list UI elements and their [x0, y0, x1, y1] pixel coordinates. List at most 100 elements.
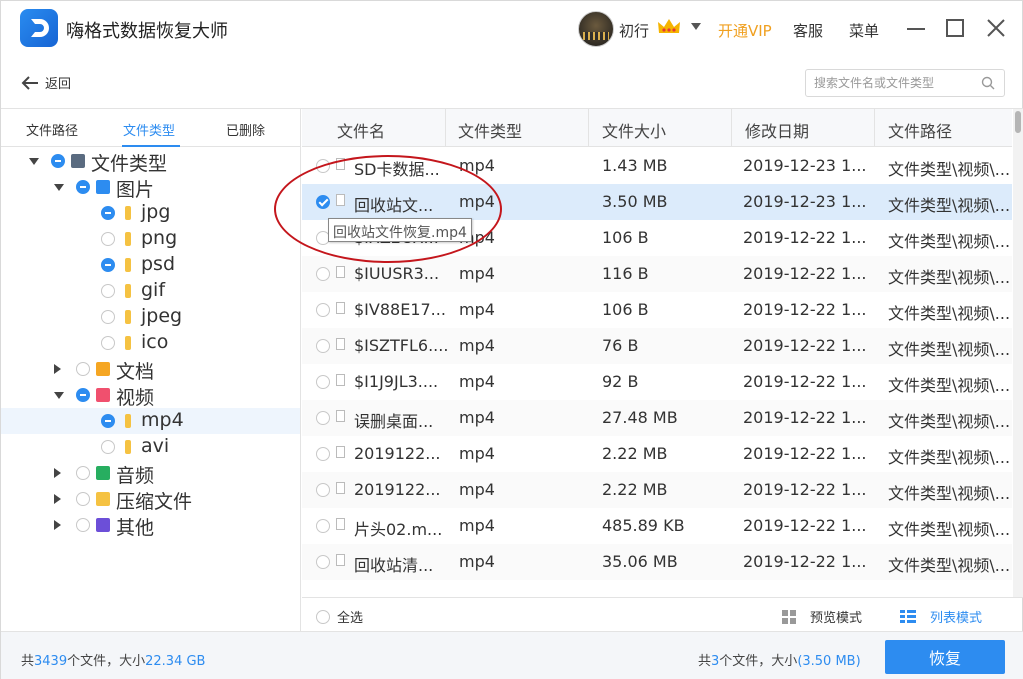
column-divider[interactable] [874, 109, 875, 147]
column-divider[interactable] [588, 109, 589, 147]
cell-file-size: 1.43 MB [602, 156, 668, 175]
user-name[interactable]: 初行 [619, 20, 649, 41]
table-row[interactable]: $I1J9JL3.... mp4 92 B 2019-12-22 1... 文件类型\视… [302, 364, 1012, 400]
tree-item-2[interactable]: jpg [1, 200, 300, 226]
tree-checkbox[interactable] [101, 310, 115, 324]
chevron-down-icon[interactable] [29, 158, 39, 165]
tree-checkbox[interactable] [76, 388, 90, 402]
chevron-down-icon[interactable] [691, 23, 701, 30]
avatar[interactable] [578, 11, 614, 47]
customer-service-button[interactable]: 客服 [793, 20, 823, 41]
tree-checkbox[interactable] [101, 440, 115, 454]
back-button[interactable]: 返回 [21, 73, 71, 92]
column-header-path[interactable]: 文件路径 [888, 118, 952, 142]
column-divider[interactable] [731, 109, 732, 147]
tree-checkbox[interactable] [101, 232, 115, 246]
tree-item-5[interactable]: gif [1, 278, 300, 304]
search-icon[interactable] [981, 76, 995, 90]
recover-button[interactable]: 恢复 [885, 640, 1005, 674]
column-header-size[interactable]: 文件大小 [602, 118, 666, 142]
tree-checkbox[interactable] [101, 336, 115, 350]
column-divider[interactable] [445, 109, 446, 147]
table-row[interactable]: 回收站文... mp4 3.50 MB 2019-12-23 1... 文件类型\视频\… [302, 184, 1012, 220]
grid-view-icon [782, 609, 796, 624]
tree-checkbox[interactable] [101, 284, 115, 298]
cell-modified-date: 2019-12-22 1... [743, 480, 867, 499]
close-icon[interactable] [985, 17, 1007, 39]
table-row[interactable]: 2019122... mp4 2.22 MB 2019-12-22 1... 文件类型\… [302, 472, 1012, 508]
tree-item-13[interactable]: 压缩文件 [1, 486, 300, 513]
chevron-right-icon[interactable] [54, 520, 61, 530]
tree-checkbox[interactable] [101, 258, 115, 272]
search-box[interactable] [805, 69, 1005, 97]
tab-deleted[interactable]: 已删除 [226, 120, 265, 139]
row-checkbox[interactable] [316, 411, 330, 425]
tree-checkbox[interactable] [51, 154, 65, 168]
select-all-radio[interactable] [316, 609, 330, 624]
chevron-right-icon[interactable] [54, 468, 61, 478]
search-input[interactable] [814, 74, 974, 92]
table-scrollbar[interactable] [1013, 109, 1023, 597]
table-row[interactable]: 误删桌面... mp4 27.48 MB 2019-12-22 1... 文件类型\视频… [302, 400, 1012, 436]
tree-checkbox[interactable] [76, 180, 90, 194]
table-row[interactable]: 回收站清... mp4 35.06 MB 2019-12-22 1... 文件类型\视频… [302, 544, 1012, 580]
tab-file-type[interactable]: 文件类型 [123, 120, 175, 139]
tree-item-11[interactable]: avi [1, 434, 300, 460]
tree-item-12[interactable]: 音频 [1, 460, 300, 487]
table-row[interactable]: 2019122... mp4 2.22 MB 2019-12-22 1... 文件类型\… [302, 436, 1012, 472]
list-mode-button[interactable]: 列表模式 [900, 607, 982, 626]
active-tab-indicator [122, 145, 180, 147]
row-checkbox[interactable] [316, 483, 330, 497]
tree-item-1[interactable]: 图片 [1, 174, 300, 201]
row-checkbox[interactable] [316, 375, 330, 389]
tree-item-4[interactable]: psd [1, 252, 300, 278]
scroll-thumb[interactable] [1015, 111, 1021, 133]
tree-item-0[interactable]: 文件类型 [1, 148, 300, 175]
cell-file-size: 76 B [602, 336, 639, 355]
row-checkbox[interactable] [316, 447, 330, 461]
app-logo-icon [20, 9, 58, 47]
tree-checkbox[interactable] [76, 466, 90, 480]
tree-item-label: avi [141, 435, 170, 457]
chevron-down-icon[interactable] [54, 392, 64, 399]
tree-item-3[interactable]: png [1, 226, 300, 252]
table-row[interactable]: SD卡数据... mp4 1.43 MB 2019-12-23 1... 文件类型\视频… [302, 148, 1012, 184]
tab-file-path[interactable]: 文件路径 [26, 120, 78, 139]
table-row[interactable]: $IV88E17... mp4 106 B 2019-12-22 1... 文件类型\视… [302, 292, 1012, 328]
table-row[interactable]: $ISZTFL6.... mp4 76 B 2019-12-22 1... 文件类型\视… [302, 328, 1012, 364]
table-row[interactable]: 片头02.m... mp4 485.89 KB 2019-12-22 1... 文件类型… [302, 508, 1012, 544]
minimize-icon[interactable] [907, 28, 925, 30]
total-size: 22.34 GB [145, 654, 206, 669]
table-row[interactable]: $IUUSR3... mp4 116 B 2019-12-22 1... 文件类型\视频… [302, 256, 1012, 292]
tree-item-7[interactable]: ico [1, 330, 300, 356]
row-checkbox[interactable] [316, 555, 330, 569]
preview-mode-button[interactable]: 预览模式 [782, 607, 862, 626]
tree-item-10[interactable]: mp4 [1, 408, 300, 434]
tree-item-14[interactable]: 其他 [1, 512, 300, 539]
chevron-down-icon[interactable] [54, 184, 64, 191]
menu-button[interactable]: 菜单 [849, 20, 879, 41]
column-header-date[interactable]: 修改日期 [745, 118, 809, 142]
tree-checkbox[interactable] [101, 414, 115, 428]
tree-item-label: jpg [141, 201, 171, 223]
row-checkbox[interactable] [316, 267, 330, 281]
tree-checkbox[interactable] [76, 362, 90, 376]
row-checkbox[interactable] [316, 303, 330, 317]
tree-checkbox[interactable] [101, 206, 115, 220]
chevron-right-icon[interactable] [54, 494, 61, 504]
tree-item-8[interactable]: 文档 [1, 356, 300, 383]
maximize-icon[interactable] [946, 19, 964, 37]
select-all-checkbox[interactable]: 全选 [316, 607, 363, 626]
tree-checkbox[interactable] [76, 492, 90, 506]
row-checkbox[interactable] [316, 339, 330, 353]
row-checkbox[interactable] [316, 195, 330, 209]
tree-item-6[interactable]: jpeg [1, 304, 300, 330]
row-checkbox[interactable] [316, 159, 330, 173]
tree-item-9[interactable]: 视频 [1, 382, 300, 409]
tree-checkbox[interactable] [76, 518, 90, 532]
column-header-name[interactable]: 文件名 [337, 118, 385, 142]
chevron-right-icon[interactable] [54, 364, 61, 374]
open-vip-link[interactable]: 开通VIP [718, 20, 772, 41]
column-header-type[interactable]: 文件类型 [458, 118, 522, 142]
row-checkbox[interactable] [316, 519, 330, 533]
